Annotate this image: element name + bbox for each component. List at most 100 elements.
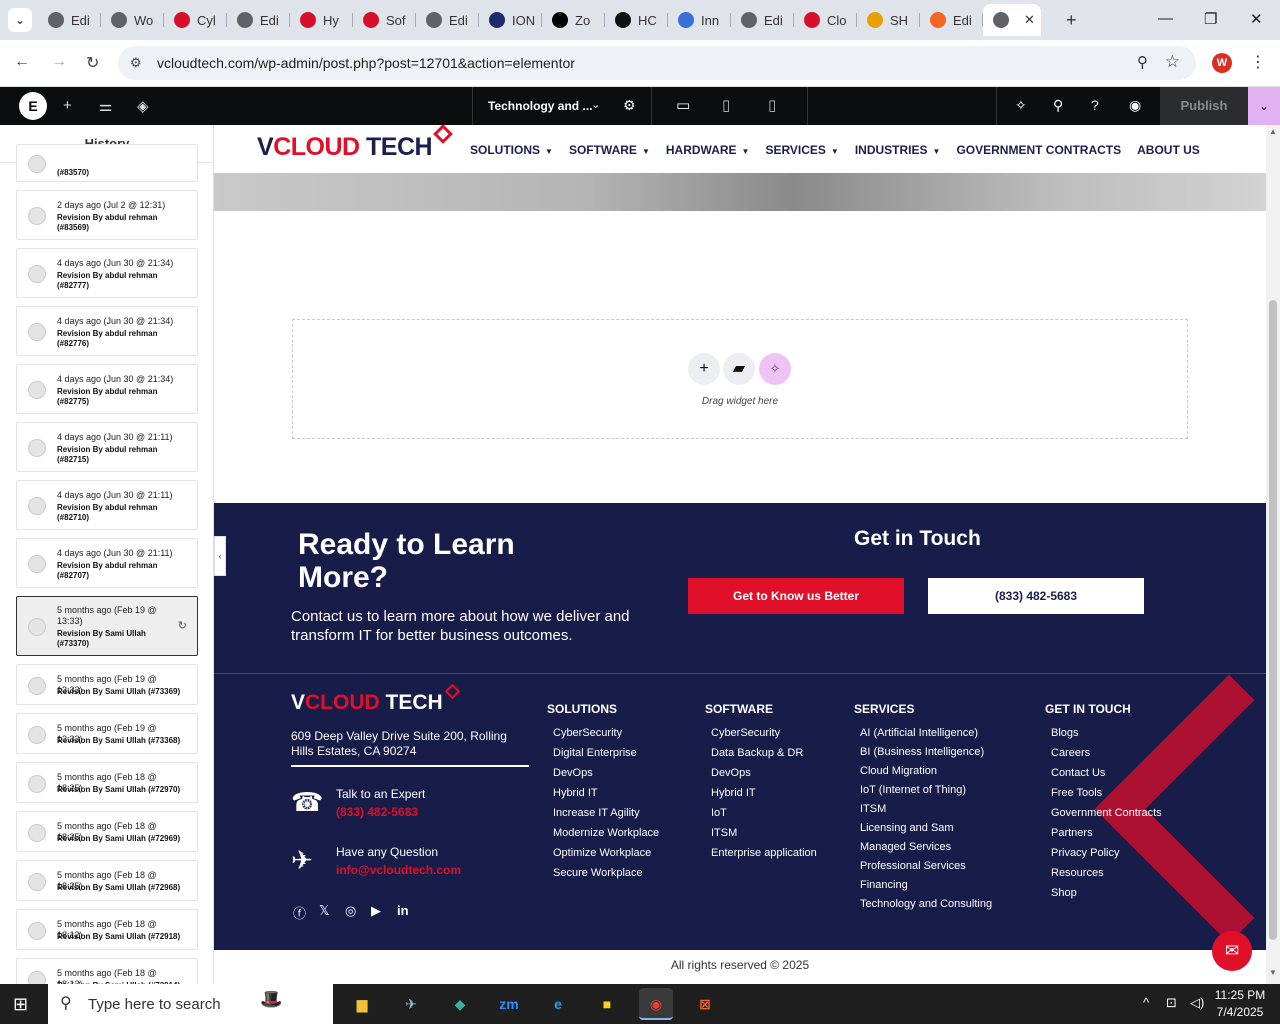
scroll-up-icon[interactable]: ▲ [1269, 127, 1277, 136]
elementor-logo-icon[interactable]: E [19, 92, 47, 120]
chrome-icon[interactable]: ◉ [639, 988, 673, 1020]
xampp-icon[interactable]: ⊠ [688, 988, 722, 1020]
zoom-icon[interactable]: ⚲ [1137, 53, 1148, 71]
scroll-down-icon[interactable]: ▼ [1269, 968, 1277, 977]
browser-tab[interactable]: Cyl [164, 4, 227, 36]
forward-icon[interactable]: → [51, 53, 67, 71]
footer-link[interactable]: Financing [860, 879, 992, 898]
volume-icon[interactable]: ◁) [1190, 995, 1204, 1011]
nav-item[interactable]: ABOUT US [1137, 143, 1200, 157]
nav-item[interactable]: SOFTWARE ▼ [569, 143, 650, 157]
footer-link[interactable]: Licensing and Sam [860, 822, 992, 841]
browser-tab[interactable]: Zo [542, 4, 605, 36]
youtube-icon[interactable]: ▶ [371, 903, 397, 922]
footer-link[interactable]: AI (Artificial Intelligence) [860, 727, 992, 746]
desktop-icon[interactable]: ▭ [676, 96, 690, 114]
minimize-button[interactable]: — [1158, 10, 1173, 27]
edge-icon[interactable]: e [541, 988, 575, 1020]
preview-eye-icon[interactable]: ◉ [1129, 97, 1141, 114]
taskbar-search-box[interactable]: ⚲ Type here to search 🎩 [48, 984, 333, 1024]
close-tab-icon[interactable]: ✕ [1024, 12, 1035, 28]
restore-revision-icon[interactable]: ↻ [178, 619, 187, 632]
footer-link[interactable]: Privacy Policy [1051, 847, 1162, 867]
revision-item[interactable]: 5 months ago (Feb 18 @ 18:25) Revision By… [16, 762, 198, 803]
revision-item[interactable]: 4 days ago (Jun 30 @ 21:11) Revision By a… [16, 422, 198, 472]
browser-tab[interactable]: Edi [227, 4, 290, 36]
revision-item[interactable]: 5 months ago (Feb 18 @ 18:25) Revision By… [16, 811, 198, 852]
reload-icon[interactable]: ↻ [86, 53, 99, 73]
nav-item[interactable]: HARDWARE ▼ [666, 143, 750, 157]
footer-link[interactable]: DevOps [711, 767, 817, 787]
footer-logo[interactable]: VCLOUD TECH [291, 691, 443, 715]
contact-email[interactable]: info@vcloudtech.com [336, 863, 461, 877]
browser-tab[interactable]: Wo [101, 4, 164, 36]
footer-link[interactable]: Contact Us [1051, 767, 1162, 787]
footer-link[interactable]: Enterprise application [711, 847, 817, 867]
footer-link[interactable]: Hybrid IT [553, 787, 659, 807]
add-section-plus-icon[interactable]: + [688, 353, 720, 385]
instagram-icon[interactable]: ◎ [345, 903, 371, 922]
nav-item[interactable]: SOLUTIONS ▼ [470, 143, 553, 157]
browser-tab-active[interactable]: ✕ [983, 4, 1041, 36]
footer-link[interactable]: IoT [711, 807, 817, 827]
app-icon[interactable]: ◆ [443, 988, 477, 1020]
linkedin-icon[interactable]: in [397, 903, 423, 922]
network-icon[interactable]: ⊡ [1166, 995, 1177, 1011]
footer-link[interactable]: Managed Services [860, 841, 992, 860]
chat-widget-icon[interactable]: ✉ [1212, 931, 1252, 971]
back-icon[interactable]: ← [14, 53, 30, 71]
get-to-know-us-button[interactable]: Get to Know us Better [688, 578, 904, 614]
sticky-notes-icon[interactable]: ■ [590, 988, 624, 1020]
zoom-icon[interactable]: zm [492, 988, 526, 1020]
collapse-panel-chevron-icon[interactable]: ‹ [214, 536, 226, 576]
mobile-icon[interactable]: ▯ [768, 96, 776, 114]
x-icon[interactable]: 𝕏 [319, 903, 345, 922]
footer-link[interactable]: Increase IT Agility [553, 807, 659, 827]
ai-sparkle-icon[interactable]: ✧ [759, 353, 791, 385]
browser-tab[interactable]: Clo [794, 4, 857, 36]
revision-item[interactable]: 4 days ago (Jun 30 @ 21:34) Revision By a… [16, 306, 198, 356]
footer-link[interactable]: Hybrid IT [711, 787, 817, 807]
revision-item[interactable]: 5 months ago (Feb 19 @ 13:33) Revision By… [16, 713, 198, 754]
canvas-scrollbar[interactable]: ▲ ▼ [1266, 125, 1280, 984]
footer-link[interactable]: ITSM [711, 827, 817, 847]
page-settings-icon[interactable]: ⚙ [623, 97, 636, 114]
browser-tab[interactable]: Edi [416, 4, 479, 36]
footer-link[interactable]: Secure Workplace [553, 867, 659, 887]
document-selector[interactable]: Technology and ... ⌄ ⚙ [472, 87, 652, 125]
footer-link[interactable]: Modernize Workplace [553, 827, 659, 847]
browser-tab[interactable]: HC [605, 4, 668, 36]
footer-link[interactable]: Resources [1051, 867, 1162, 887]
revision-item[interactable]: 5 months ago (Feb 18 @ 18:25) Revision By… [16, 860, 198, 901]
footer-link[interactable]: Free Tools [1051, 787, 1162, 807]
app-icon[interactable]: ✈ [394, 988, 428, 1020]
revision-item[interactable]: 5 months ago (Feb 19 @ 13:33) Revision By… [16, 664, 198, 705]
revision-item[interactable]: 4 days ago (Jun 30 @ 21:11) Revision By a… [16, 480, 198, 530]
close-window-button[interactable]: ✕ [1250, 10, 1263, 28]
footer-link[interactable]: Digital Enterprise [553, 747, 659, 767]
revision-item[interactable]: 5 months ago (Feb 19 @ 13:33) Revision By… [16, 596, 198, 656]
restore-button[interactable]: ❐ [1204, 10, 1217, 28]
footer-link[interactable]: DevOps [553, 767, 659, 787]
footer-link[interactable]: CyberSecurity [553, 727, 659, 747]
browser-tab[interactable]: Edi [920, 4, 983, 36]
search-icon[interactable]: ⚲ [1053, 97, 1063, 114]
phone-button[interactable]: (833) 482-5683 [928, 578, 1144, 614]
footer-link[interactable]: CyberSecurity [711, 727, 817, 747]
revision-item[interactable]: 2 days ago (Jul 2 @ 12:31) Revision By ab… [16, 190, 198, 240]
browser-tab[interactable]: Sof [353, 4, 416, 36]
revision-item[interactable]: 5 months ago (Feb 18 @ 18:12)Revision By… [16, 958, 198, 984]
system-clock[interactable]: 11:25 PM 7/4/2025 [1208, 987, 1272, 1021]
browser-tab[interactable]: SH [857, 4, 920, 36]
tab-search-button[interactable]: ⌄ [8, 8, 32, 32]
browser-tab[interactable]: Edi [731, 4, 794, 36]
notes-icon[interactable]: ✧ [1015, 97, 1027, 114]
revision-item[interactable]: 5 months ago (Feb 18 @ 18:12)Revision By… [16, 909, 198, 950]
add-element-icon[interactable]: + [63, 97, 72, 114]
footer-link[interactable]: Partners [1051, 827, 1162, 847]
file-explorer-icon[interactable]: ▆ [345, 988, 379, 1020]
site-settings-icon[interactable]: ⚌ [99, 97, 112, 115]
help-icon[interactable]: ? [1091, 97, 1099, 113]
browser-tab[interactable]: Inn [668, 4, 731, 36]
browser-tab[interactable]: Edi [38, 4, 101, 36]
